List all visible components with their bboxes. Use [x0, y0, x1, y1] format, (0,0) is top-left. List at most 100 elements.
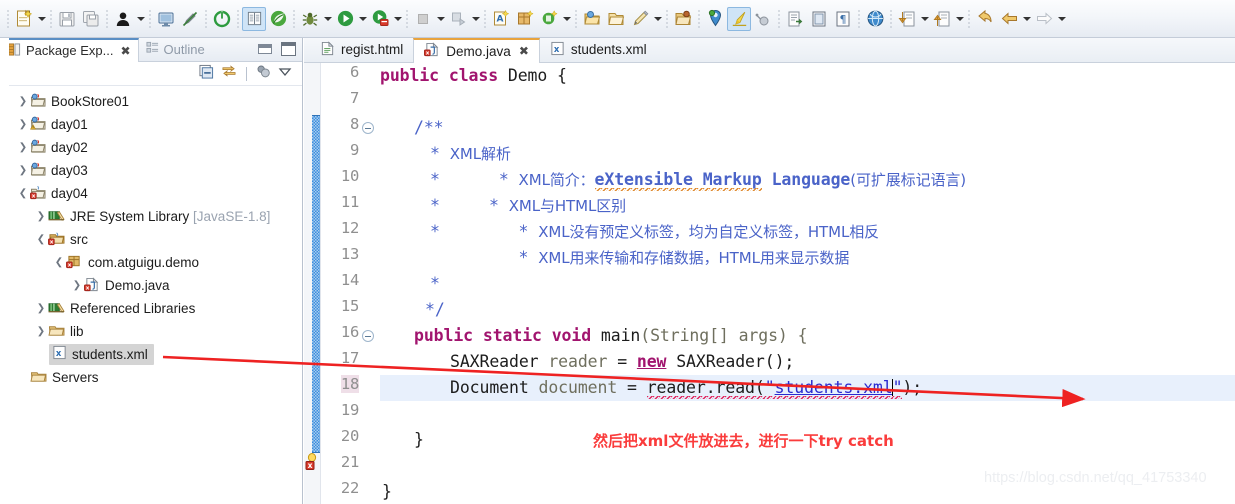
forward-dropdown-arrow[interactable] [1056, 7, 1067, 31]
save-all-icon[interactable] [79, 7, 103, 31]
open-folder-icon[interactable] [604, 7, 628, 31]
chevron-right-icon[interactable]: ❯ [16, 119, 30, 130]
new-package-icon[interactable] [513, 7, 537, 31]
console-icon[interactable] [154, 7, 178, 31]
chevron-down-icon[interactable]: ❮ [52, 257, 66, 268]
code-line-14[interactable]: * [380, 271, 1235, 297]
run-icon[interactable] [333, 7, 357, 31]
highlight-brush-icon[interactable] [727, 6, 751, 31]
new-annotation-icon[interactable]: A [489, 7, 513, 31]
tree-item-bookstore01[interactable]: ❯ BookStore01 [0, 90, 302, 113]
code-line-9[interactable]: * XML解析 [380, 141, 1235, 167]
back-arrow-icon[interactable] [997, 7, 1021, 31]
profile-dropdown-arrow[interactable] [470, 7, 481, 31]
person-dropdown-arrow[interactable] [135, 7, 146, 31]
tree-item-demo-java[interactable]: ❯ x Demo.java [0, 274, 302, 297]
last-edit-location-icon[interactable] [973, 7, 997, 31]
link-with-editor-icon[interactable] [221, 64, 237, 84]
tree-item-students-xml[interactable]: ❯ x students.xml [0, 343, 302, 366]
chevron-right-icon[interactable]: ❯ [16, 142, 30, 153]
export-icon[interactable] [783, 7, 807, 31]
forward-arrow-icon[interactable] [1032, 7, 1056, 31]
close-icon[interactable]: ✖ [120, 44, 130, 58]
new-class-icon[interactable] [537, 7, 561, 31]
code-line-6[interactable]: public class Demo { [380, 63, 1235, 89]
chevron-down-icon[interactable]: ❮ [16, 188, 30, 199]
tree-item-selected-wrapper[interactable]: x students.xml [49, 344, 154, 365]
run-on-server-icon[interactable] [368, 7, 392, 31]
back-dropdown-arrow[interactable] [1021, 7, 1032, 31]
chevron-right-icon[interactable]: ❯ [34, 326, 48, 337]
power-terminate-icon[interactable] [210, 7, 234, 31]
debug-bug-icon[interactable] [298, 7, 322, 31]
code-line-8[interactable]: /** [380, 115, 1235, 141]
chevron-right-icon[interactable]: ❯ [70, 280, 84, 291]
save-icon[interactable] [55, 7, 79, 31]
open-type-book-icon[interactable] [242, 6, 266, 31]
person-icon[interactable] [111, 7, 135, 31]
previous-annotation-up-arrow-icon[interactable] [930, 7, 954, 31]
fold-collapse-icon[interactable] [362, 330, 374, 342]
view-tab-package-explorer[interactable]: Package Exp... ✖ [0, 38, 139, 62]
edit-pencil-icon[interactable] [628, 7, 652, 31]
view-menu-icon[interactable] [278, 65, 292, 83]
fold-collapse-icon[interactable] [362, 122, 374, 134]
spray-icon[interactable] [751, 7, 775, 31]
editor-tab-demo-java[interactable]: x Demo.java ✖ [413, 38, 540, 63]
tree-item-day02[interactable]: ❯ day02 [0, 136, 302, 159]
tree-item-day03[interactable]: ❯ day03 [0, 159, 302, 182]
project-folder-icon[interactable] [671, 7, 695, 31]
code-line-18[interactable]: Document document = reader.read("student… [380, 375, 1235, 401]
tree-item-src[interactable]: ❮ x src [0, 228, 302, 251]
new-wizard-icon[interactable] [12, 7, 36, 31]
search-pin-icon[interactable] [703, 7, 727, 31]
chevron-right-icon[interactable]: ❯ [16, 165, 30, 176]
minimize-button[interactable] [258, 44, 272, 54]
chevron-right-icon[interactable]: ❯ [16, 96, 30, 107]
filters-icon[interactable] [256, 64, 271, 84]
next-annotation-dropdown-arrow[interactable] [919, 7, 930, 31]
open-web-browser-globe-icon[interactable] [863, 7, 887, 31]
stop-icon[interactable] [411, 7, 435, 31]
chevron-right-icon[interactable]: ❯ [34, 303, 48, 314]
run-dropdown-arrow[interactable] [357, 7, 368, 31]
previous-annotation-dropdown-arrow[interactable] [954, 7, 965, 31]
tree-item-day04[interactable]: ❮ x day04 [0, 182, 302, 205]
tree-item-day01[interactable]: ❯ day01 [0, 113, 302, 136]
code-line-10[interactable]: * * XML简介：eXtensible Markup Language(可扩展… [380, 167, 1235, 193]
word-wrap-icon[interactable] [807, 7, 831, 31]
editor-tab-regist-html[interactable]: regist.html [310, 37, 413, 62]
tree-item-referenced-libraries[interactable]: ❯ Referenced Libraries [0, 297, 302, 320]
error-quickfix-marker-icon[interactable]: x [305, 453, 321, 471]
code-line-7[interactable] [380, 89, 1235, 115]
code-line-19[interactable] [380, 401, 1235, 427]
profile-icon[interactable] [446, 7, 470, 31]
chevron-right-icon[interactable]: ❯ [34, 211, 48, 222]
code-line-11[interactable]: * * XML与HTML区别 [380, 193, 1235, 219]
tree-item-jre-system-library[interactable]: ❯ JRE System Library [JavaSE-1.8] [0, 205, 302, 228]
code-line-15[interactable]: */ [380, 297, 1235, 323]
spring-leaf-icon[interactable] [266, 7, 290, 31]
pencil-dropdown-arrow[interactable] [652, 7, 663, 31]
code-line-12[interactable]: * * XML没有预定义标签，均为自定义标签，HTML相反 [380, 219, 1235, 245]
tree-item-com-atguigu-demo[interactable]: ❮ x com.atguigu.demo [0, 251, 302, 274]
show-whitespace-pilcrow-icon[interactable]: ¶ [831, 7, 855, 31]
stop-dropdown-arrow[interactable] [435, 7, 446, 31]
new-class-dropdown-arrow[interactable] [561, 7, 572, 31]
code-line-17[interactable]: SAXReader reader = new SAXReader(); [380, 349, 1235, 375]
next-annotation-down-arrow-icon[interactable] [895, 7, 919, 31]
chevron-down-icon[interactable]: ❮ [34, 234, 48, 245]
maximize-button[interactable] [281, 42, 296, 56]
tree-item-lib[interactable]: ❯ lib [0, 320, 302, 343]
code-line-16[interactable]: public static void main(String[] args) { [380, 323, 1235, 349]
new-wizard-dropdown-arrow[interactable] [36, 7, 47, 31]
run-server-dropdown-arrow[interactable] [392, 7, 403, 31]
editor-tab-students-xml[interactable]: x students.xml [540, 37, 657, 62]
open-folder-blue-icon[interactable] [580, 7, 604, 31]
close-icon[interactable]: ✖ [519, 44, 529, 58]
project-tree[interactable]: ❯ BookStore01 ❯ day01 ❯ day02 ❯ day03 ❮ … [0, 86, 302, 389]
tree-item-servers[interactable]: ❯ Servers [0, 366, 302, 389]
pen-strike-icon[interactable] [178, 7, 202, 31]
debug-dropdown-arrow[interactable] [322, 7, 333, 31]
code-line-13[interactable]: * XML用来传输和存储数据，HTML用来显示数据 [380, 245, 1235, 271]
